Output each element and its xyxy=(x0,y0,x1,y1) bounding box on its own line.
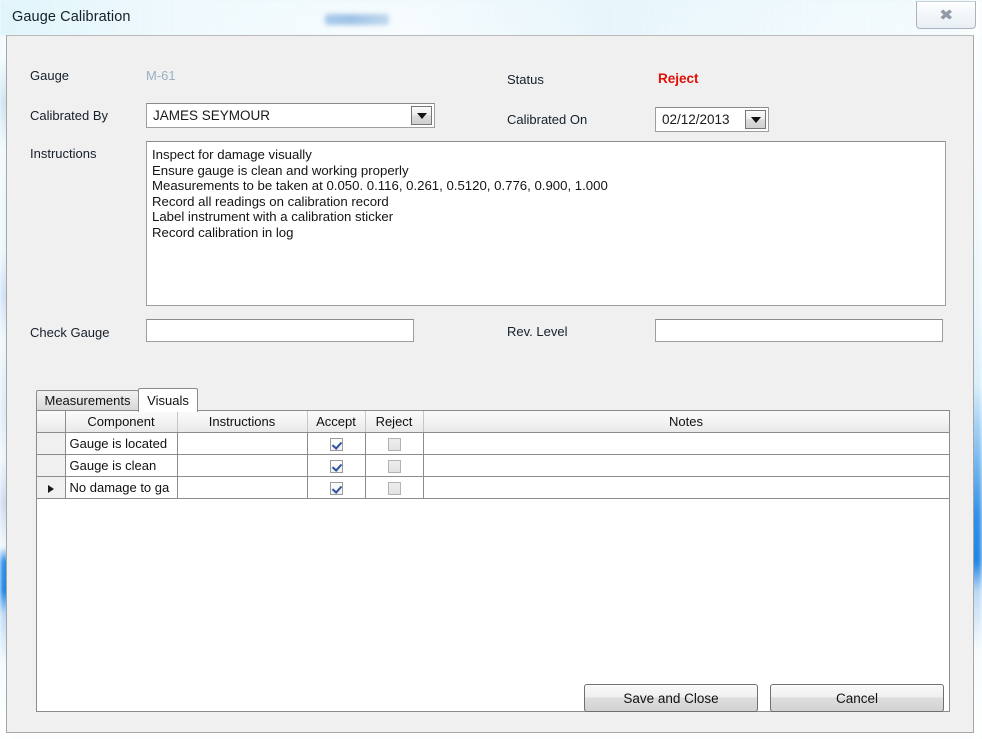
tab-measurements-label: Measurements xyxy=(44,393,131,408)
accept-checkbox[interactable] xyxy=(329,482,343,496)
dialog-client-area: Gauge M-61 Status Reject Calibrated By J… xyxy=(6,35,974,733)
save-and-close-label: Save and Close xyxy=(623,690,719,706)
instructions-line: Record calibration in log xyxy=(152,224,294,240)
cell-instructions[interactable] xyxy=(177,476,308,499)
check-gauge-input[interactable] xyxy=(146,319,414,342)
instructions-textarea[interactable]: Inspect for damage visually Ensure gauge… xyxy=(146,141,946,306)
reject-checkbox[interactable] xyxy=(387,460,401,474)
tab-strip: Measurements Visuals xyxy=(36,388,950,412)
rev-level-input[interactable] xyxy=(655,319,943,342)
save-and-close-button[interactable]: Save and Close xyxy=(584,684,758,712)
visuals-table: Component Instructions Accept Reject Not… xyxy=(37,411,949,499)
row-selector-cell[interactable] xyxy=(37,454,66,477)
column-header-reject[interactable]: Reject xyxy=(365,411,424,433)
cell-reject[interactable] xyxy=(365,476,424,499)
cancel-button[interactable]: Cancel xyxy=(770,684,944,712)
close-button[interactable]: ✖ xyxy=(916,1,976,29)
tab-visuals-label: Visuals xyxy=(147,393,189,408)
instructions-line: Ensure gauge is clean and working proper… xyxy=(152,162,409,178)
instructions-line: Record all readings on calibration recor… xyxy=(152,193,389,209)
cell-instructions[interactable] xyxy=(177,454,308,477)
visuals-datagrid[interactable]: Component Instructions Accept Reject Not… xyxy=(36,410,950,712)
cell-notes[interactable] xyxy=(423,432,949,455)
cell-notes[interactable] xyxy=(423,454,949,477)
status-label: Status xyxy=(507,72,544,87)
status-badge: Reject xyxy=(658,71,699,86)
close-x-icon: ✖ xyxy=(938,5,954,24)
gauge-calibration-dialog: Gauge Calibration ✖ Gauge M-61 Status Re… xyxy=(0,0,982,739)
instructions-line: Measurements to be taken at 0.050. 0.116… xyxy=(152,178,608,193)
column-header-selector[interactable] xyxy=(37,411,66,433)
cell-component[interactable]: No damage to ga xyxy=(65,476,178,499)
column-header-instructions[interactable]: Instructions xyxy=(177,411,308,433)
cancel-label: Cancel xyxy=(835,690,879,706)
calibrated-by-value: JAMES SEYMOUR xyxy=(153,108,271,123)
chevron-down-icon xyxy=(750,116,761,123)
calibrated-by-label: Calibrated By xyxy=(30,108,109,123)
accept-checkbox[interactable] xyxy=(329,438,343,452)
column-header-accept[interactable]: Accept xyxy=(307,411,366,433)
gauge-label: Gauge xyxy=(30,68,70,83)
column-header-component[interactable]: Component xyxy=(65,411,178,433)
rev-level-label: Rev. Level xyxy=(507,324,568,339)
cell-component[interactable]: Gauge is located xyxy=(65,432,178,455)
table-row[interactable]: Gauge is located xyxy=(37,432,949,455)
tab-measurements[interactable]: Measurements xyxy=(36,390,139,410)
column-header-notes[interactable]: Notes xyxy=(423,411,949,433)
calibrated-on-value: 02/12/2013 xyxy=(662,112,730,127)
cell-accept[interactable] xyxy=(307,454,366,477)
table-header-row: Component Instructions Accept Reject Not… xyxy=(37,411,949,433)
row-selector-cell[interactable] xyxy=(37,476,66,499)
cell-accept[interactable] xyxy=(307,432,366,455)
calibrated-on-dropdown-button[interactable] xyxy=(745,110,766,129)
screen: Gauge Calibration ✖ Gauge M-61 Status Re… xyxy=(0,0,982,739)
tab-visuals[interactable]: Visuals xyxy=(138,388,198,412)
row-selector-cell[interactable] xyxy=(37,432,66,455)
instructions-line: Label instrument with a calibration stic… xyxy=(152,209,394,224)
current-row-marker-icon xyxy=(47,484,54,493)
reject-checkbox[interactable] xyxy=(387,482,401,496)
cell-reject[interactable] xyxy=(365,432,424,455)
cell-notes[interactable] xyxy=(423,476,949,499)
instructions-line: Inspect for damage visually xyxy=(152,147,312,162)
gauge-value: M-61 xyxy=(146,68,176,83)
cell-component[interactable]: Gauge is clean xyxy=(65,454,178,477)
reject-checkbox[interactable] xyxy=(387,438,401,452)
table-row[interactable]: No damage to ga xyxy=(37,476,949,499)
window-title: Gauge Calibration xyxy=(12,9,131,25)
instructions-label: Instructions xyxy=(30,146,97,161)
accept-checkbox[interactable] xyxy=(329,460,343,474)
calibrated-by-dropdown-button[interactable] xyxy=(411,106,432,125)
check-gauge-label: Check Gauge xyxy=(30,325,110,340)
cell-accept[interactable] xyxy=(307,476,366,499)
table-row[interactable]: Gauge is clean xyxy=(37,454,949,477)
title-bar: Gauge Calibration ✖ xyxy=(0,0,982,36)
chevron-down-icon xyxy=(416,112,427,119)
cell-reject[interactable] xyxy=(365,454,424,477)
cell-instructions[interactable] xyxy=(177,432,308,455)
calibrated-on-label: Calibrated On xyxy=(507,112,588,127)
calibrated-by-combobox[interactable]: JAMES SEYMOUR xyxy=(146,103,435,128)
calibrated-on-datepicker[interactable]: 02/12/2013 xyxy=(655,107,769,132)
